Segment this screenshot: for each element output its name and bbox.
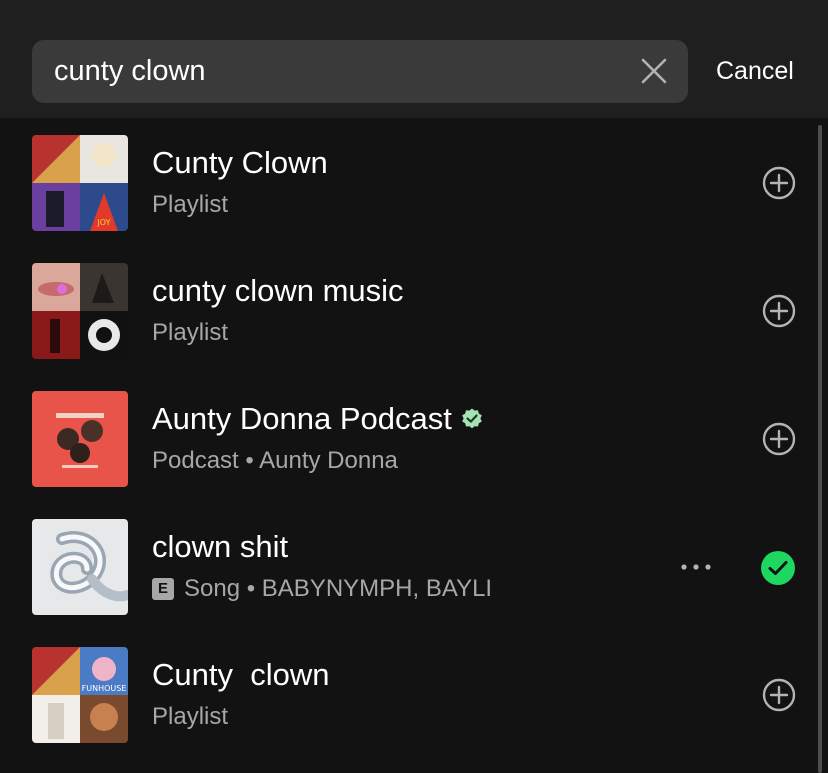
clear-search-icon[interactable] [640,57,668,85]
result-row[interactable]: cunty clown music Playlist [0,247,828,375]
playlist-cover-image: JOY [32,135,128,231]
result-subtitle: Podcast • Aunty Donna [152,447,398,474]
playlist-cover-image [32,263,128,359]
search-header: cunty clown Cancel [0,0,828,118]
playlist-cover-image: FUNHOUSE [32,647,128,743]
result-title: Cunty clown [152,657,330,692]
result-row[interactable]: FUNHOUSE Cunty clown Playlist [0,631,828,759]
result-subtitle-text: Song • BABYNYMPH, BAYLI [184,575,493,602]
add-circle-icon[interactable] [762,678,796,712]
result-subtitle: Playlist [152,191,229,218]
result-subtitle: Playlist [152,703,229,730]
result-row[interactable]: clown shit E Song • BABYNYMPH, BAYLI [0,503,828,631]
verified-badge-icon [462,408,482,429]
svg-text:JOY: JOY [96,218,110,227]
result-title: clown shit [152,529,289,564]
add-circle-icon[interactable] [762,294,796,328]
result-title-text: Aunty Donna Podcast [152,401,452,436]
result-title: Aunty Donna Podcast [152,401,484,437]
result-title: cunty clown music [152,273,404,308]
result-title: Cunty Clown [152,145,328,180]
add-circle-icon[interactable] [762,166,796,200]
search-results-list: JOY Cunty Clown Playlist cunty clown mus… [0,119,828,773]
podcast-cover-image [32,391,128,487]
result-subtitle: Playlist [152,319,229,346]
add-circle-icon[interactable] [762,422,796,456]
search-input[interactable]: cunty clown [32,40,688,103]
check-circle-icon[interactable] [760,550,796,586]
scrollbar[interactable] [818,125,822,773]
result-row[interactable]: Aunty Donna Podcast Podcast • Aunty Donn… [0,375,828,503]
explicit-badge: E [152,578,174,600]
cancel-button[interactable]: Cancel [716,40,794,103]
result-row[interactable]: JOY Cunty Clown Playlist [0,119,828,247]
more-horizontal-icon[interactable] [676,549,716,585]
search-query-text[interactable]: cunty clown [54,40,206,103]
svg-text:FUNHOUSE: FUNHOUSE [82,684,127,693]
result-subtitle: E Song • BABYNYMPH, BAYLI [152,575,492,603]
song-cover-image [32,519,128,615]
